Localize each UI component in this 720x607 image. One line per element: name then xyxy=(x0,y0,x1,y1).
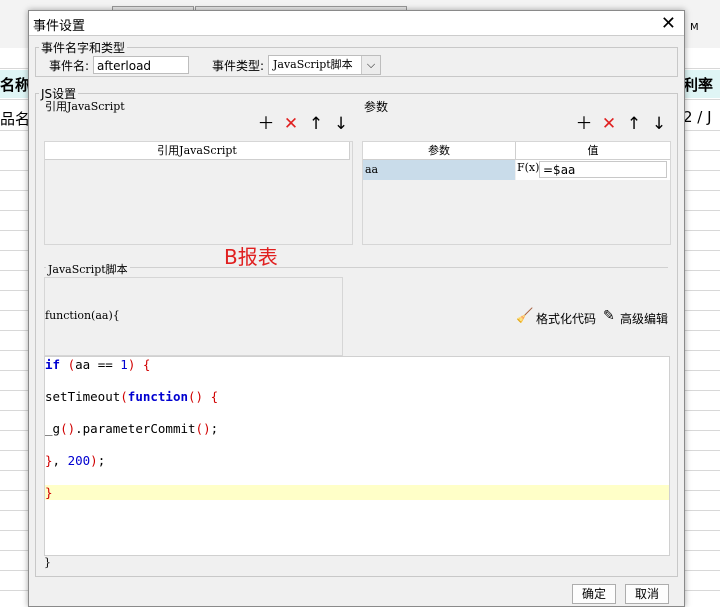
close-icon[interactable]: ✕ xyxy=(661,13,676,34)
cancel-button[interactable]: 取消 xyxy=(625,584,669,604)
code-editor[interactable]: if (aa == 1) { setTimeout(function() { _… xyxy=(44,356,670,556)
background-right-header: 利率 xyxy=(683,76,714,94)
arrow-down-icon: ↓ xyxy=(651,114,667,134)
event-type-label: 事件类型: xyxy=(212,59,265,73)
param-column-header-value[interactable]: 值 xyxy=(516,142,670,160)
event-name-input[interactable]: afterload xyxy=(93,56,189,74)
arrow-up-icon: ↑ xyxy=(626,114,642,134)
watermark-text: B报表 xyxy=(224,245,278,269)
code-line-1: if (aa == 1) { xyxy=(45,357,151,372)
background-left-header: 名称 xyxy=(0,76,31,94)
delete-x-icon: ✕ xyxy=(601,114,617,134)
script-title: JavaScript脚本 xyxy=(46,261,130,277)
ok-button[interactable]: 确定 xyxy=(572,584,616,604)
code-line-3: _g().parameterCommit(); xyxy=(45,421,219,436)
format-code-button[interactable]: 格式化代码 xyxy=(536,310,596,327)
delete-ref-button[interactable]: ✕ xyxy=(282,115,300,133)
event-settings-dialog: 事件设置 ✕ 事件名字和类型 事件名: afterload 事件类型: Java… xyxy=(28,10,685,607)
dialog-titlebar[interactable]: 事件设置 ✕ xyxy=(29,11,684,36)
ref-js-table: 引用JavaScript xyxy=(44,141,353,245)
current-line-highlight xyxy=(45,485,669,500)
plus-icon: ＋ xyxy=(575,114,593,134)
param-value-input[interactable]: =$aa xyxy=(539,161,667,178)
param-column-header-name[interactable]: 参数 xyxy=(363,142,516,160)
ref-js-title: 引用JavaScript xyxy=(45,100,125,113)
event-type-select[interactable]: JavaScript脚本 ⌵ xyxy=(268,55,381,75)
ref-js-column-header[interactable]: 引用JavaScript xyxy=(45,142,350,160)
arrow-up-icon: ↑ xyxy=(308,114,324,134)
move-up-param-button[interactable]: ↑ xyxy=(625,115,643,133)
param-table: 参数 值 aa F(x) =$aa xyxy=(362,141,671,245)
function-header-area: function(aa){ xyxy=(44,277,343,356)
dialog-title: 事件设置 xyxy=(33,19,86,34)
function-header: function(aa){ xyxy=(45,309,120,322)
formula-fx-icon[interactable]: F(x) xyxy=(517,161,539,174)
arrow-down-icon: ↓ xyxy=(333,114,349,134)
background-column-marker: M xyxy=(690,22,699,33)
delete-param-button[interactable]: ✕ xyxy=(600,115,618,133)
closing-brace: } xyxy=(44,556,51,569)
background-left-sub: 品名 xyxy=(0,110,31,128)
event-group-legend: 事件名字和类型 xyxy=(41,41,126,55)
add-ref-button[interactable]: ＋ xyxy=(257,115,275,133)
background-right-sub: 2 / J xyxy=(683,108,712,126)
param-row-value-cell[interactable]: F(x) =$aa xyxy=(516,160,670,180)
delete-x-icon: ✕ xyxy=(283,114,299,134)
advanced-edit-button[interactable]: 高级编辑 xyxy=(620,310,668,327)
code-line-2: setTimeout(function() { xyxy=(45,389,219,404)
event-name-label: 事件名: xyxy=(49,59,90,73)
move-up-ref-button[interactable]: ↑ xyxy=(307,115,325,133)
broom-icon: 🧹 xyxy=(516,308,534,324)
move-down-ref-button[interactable]: ↓ xyxy=(332,115,350,133)
plus-icon: ＋ xyxy=(257,114,275,134)
add-param-button[interactable]: ＋ xyxy=(575,115,593,133)
param-row-name-cell[interactable]: aa xyxy=(363,160,515,180)
edit-icon: ✎ xyxy=(603,308,615,324)
code-line-5: } xyxy=(45,485,53,500)
chevron-down-icon[interactable]: ⌵ xyxy=(361,56,380,74)
event-type-value: JavaScript脚本 xyxy=(273,58,353,71)
param-title: 参数 xyxy=(364,100,389,114)
code-line-4: }, 200); xyxy=(45,453,106,468)
param-row-name: aa xyxy=(365,163,379,176)
move-down-param-button[interactable]: ↓ xyxy=(650,115,668,133)
